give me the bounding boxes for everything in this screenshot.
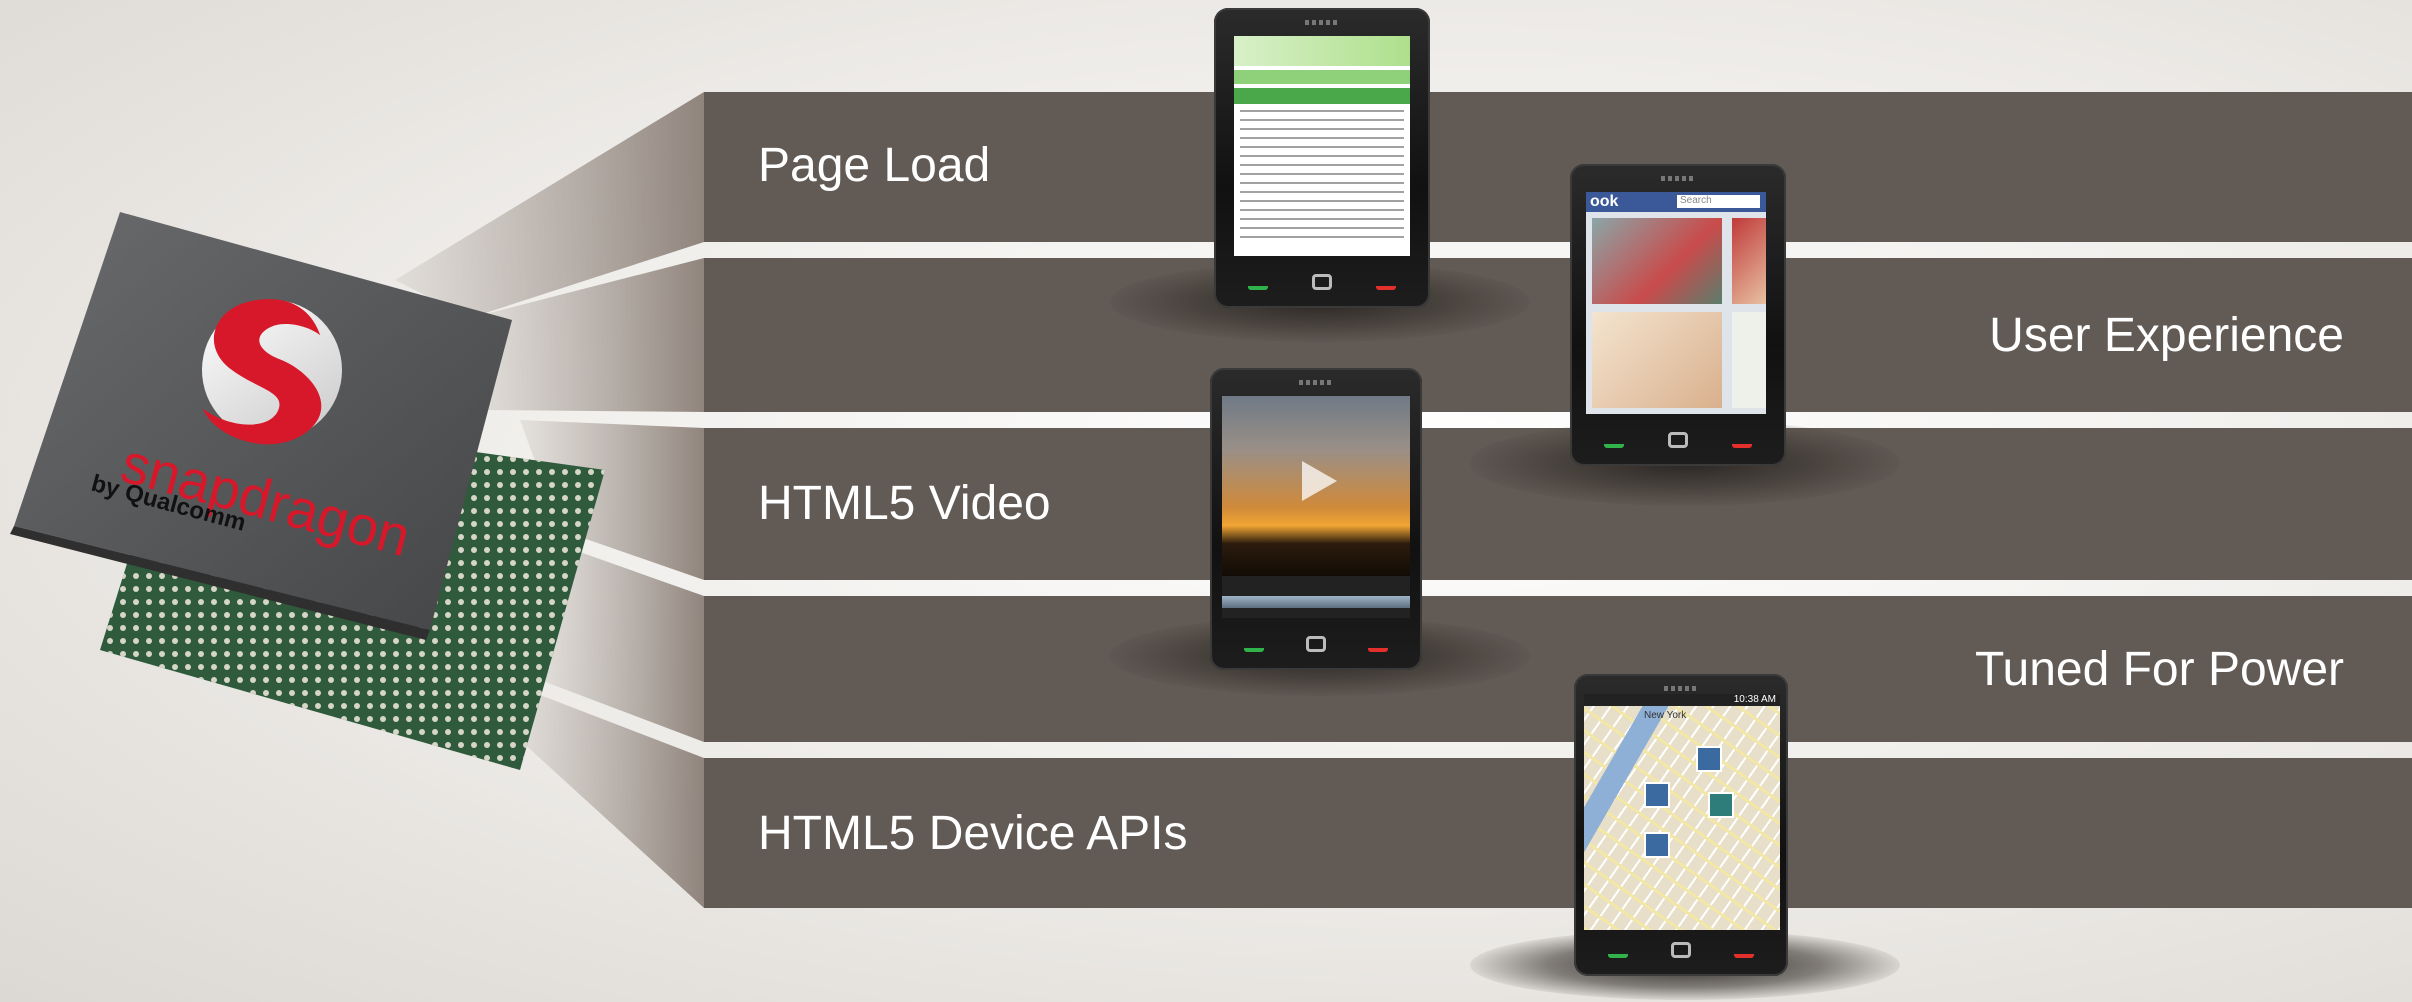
status-clock: 10:38 AM (1733, 694, 1776, 705)
end-key-icon (1368, 638, 1388, 652)
home-key-icon (1306, 636, 1326, 652)
speaker-grille (1299, 380, 1333, 385)
label-html5-video: HTML5 Video (758, 477, 1051, 530)
end-key-icon (1732, 434, 1752, 448)
call-key-icon (1248, 276, 1268, 290)
speaker-grille (1664, 686, 1698, 691)
call-key-icon (1604, 434, 1624, 448)
home-key-icon (1668, 432, 1688, 448)
home-key-icon (1671, 942, 1691, 958)
web-header-banner (1234, 36, 1410, 66)
friend-pin-icon[interactable] (1696, 746, 1722, 772)
phone-social-app: ook Search (1570, 164, 1786, 466)
speaker-grille (1305, 20, 1339, 25)
end-key-icon (1734, 944, 1754, 958)
phone-screen-map: 10:38 AM New York (1584, 694, 1780, 930)
phone-keys (1570, 430, 1786, 454)
map-city-label: New York (1644, 710, 1687, 721)
friend-pin-icon[interactable] (1708, 792, 1734, 818)
photo-thumbnail[interactable] (1592, 312, 1722, 408)
map-view[interactable] (1584, 706, 1780, 930)
video-seek-bar[interactable] (1222, 596, 1410, 608)
call-key-icon (1244, 638, 1264, 652)
social-logo: ook (1590, 193, 1619, 210)
friend-pin-icon[interactable] (1644, 782, 1670, 808)
friend-pin-icon[interactable] (1644, 832, 1670, 858)
phone-keys (1574, 940, 1788, 964)
end-key-icon (1376, 276, 1396, 290)
play-icon[interactable] (1292, 456, 1342, 506)
web-section-bar (1234, 88, 1410, 104)
phone-keys (1210, 634, 1422, 658)
speaker-grille (1661, 176, 1695, 181)
social-search-input[interactable]: Search (1677, 195, 1760, 208)
label-html5-device-apis: HTML5 Device APIs (758, 807, 1188, 860)
phone-map-app: 10:38 AM New York (1574, 674, 1788, 976)
phone-screen-web (1234, 36, 1410, 256)
social-top-bar: ook Search (1586, 192, 1766, 212)
phone-keys (1214, 272, 1430, 296)
web-nav-bar (1234, 70, 1410, 84)
snapdragon-chip: snapdragon by Qualcomm (10, 212, 605, 770)
photo-thumbnail[interactable] (1732, 218, 1766, 304)
photo-thumbnail[interactable] (1592, 218, 1722, 304)
phone-screen-video (1222, 396, 1410, 618)
label-tuned-for-power: Tuned For Power (1974, 643, 2344, 696)
label-user-experience: User Experience (1989, 309, 2344, 362)
call-key-icon (1608, 944, 1628, 958)
status-bar: 10:38 AM (1584, 694, 1780, 706)
photo-thumbnail[interactable] (1732, 312, 1766, 408)
home-key-icon (1312, 274, 1332, 290)
web-text-lines (1240, 110, 1404, 240)
slide: Page Load User Experience HTML5 Video Tu… (0, 0, 2412, 1002)
phone-web-page (1214, 8, 1430, 308)
phone-screen-social: ook Search (1586, 192, 1766, 414)
phone-video-player (1210, 368, 1422, 670)
label-page-load: Page Load (758, 139, 991, 192)
